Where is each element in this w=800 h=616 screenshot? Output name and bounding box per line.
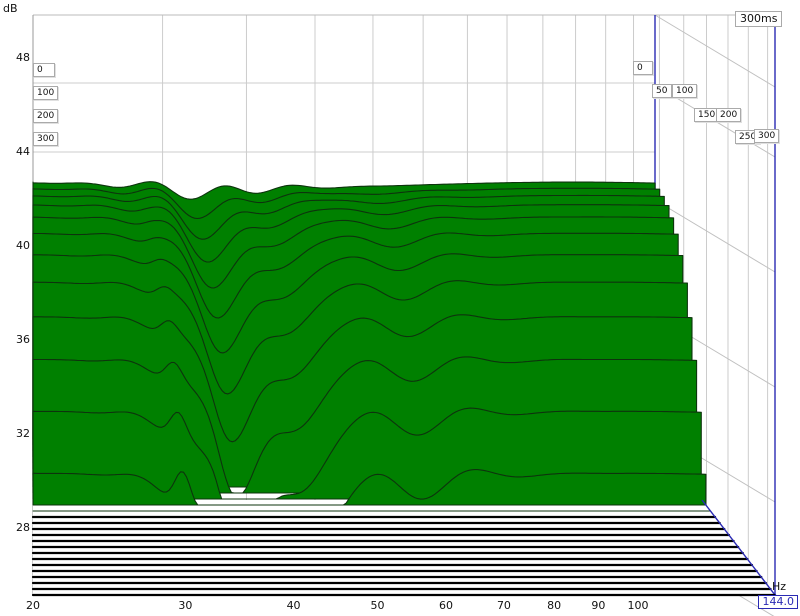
time-tick-left: 200 bbox=[33, 109, 58, 123]
db-tick-label: 40 bbox=[2, 239, 30, 252]
time-tick-right: 0 bbox=[633, 61, 653, 75]
db-axis-title: dB bbox=[3, 2, 18, 15]
waterfall-window: dB Hz 300ms 144.0 48 44 40 36 32 28 20 30 40 50 60… bbox=[0, 0, 800, 616]
db-tick-label: 48 bbox=[2, 51, 30, 64]
time-tick-left: 0 bbox=[33, 63, 55, 77]
time-tick-right: 100 bbox=[672, 84, 697, 98]
db-tick-label: 36 bbox=[2, 333, 30, 346]
freq-tick-label: 50 bbox=[360, 599, 394, 612]
time-tick-left: 100 bbox=[33, 86, 58, 100]
freq-tick-label: 40 bbox=[277, 599, 311, 612]
freq-tick-label: 80 bbox=[537, 599, 571, 612]
db-tick-label: 44 bbox=[2, 145, 30, 158]
db-tick-label: 28 bbox=[2, 521, 30, 534]
freq-tick-label: 20 bbox=[16, 599, 50, 612]
time-range-badge: 300ms bbox=[735, 11, 782, 27]
time-tick-right: 200 bbox=[716, 108, 741, 122]
db-tick-label: 32 bbox=[2, 427, 30, 440]
freq-tick-label: 30 bbox=[168, 599, 202, 612]
freq-tick-label: 100 bbox=[621, 599, 655, 612]
freq-tick-label: 60 bbox=[429, 599, 463, 612]
freq-right-edge-value[interactable]: 144.0 bbox=[758, 595, 798, 609]
time-tick-right: 300 bbox=[754, 129, 779, 143]
time-tick-right: 50 bbox=[652, 84, 672, 98]
freq-tick-label: 90 bbox=[581, 599, 615, 612]
time-tick-left: 300 bbox=[33, 132, 58, 146]
freq-tick-label: 70 bbox=[487, 599, 521, 612]
hz-axis-title: Hz bbox=[772, 580, 786, 593]
